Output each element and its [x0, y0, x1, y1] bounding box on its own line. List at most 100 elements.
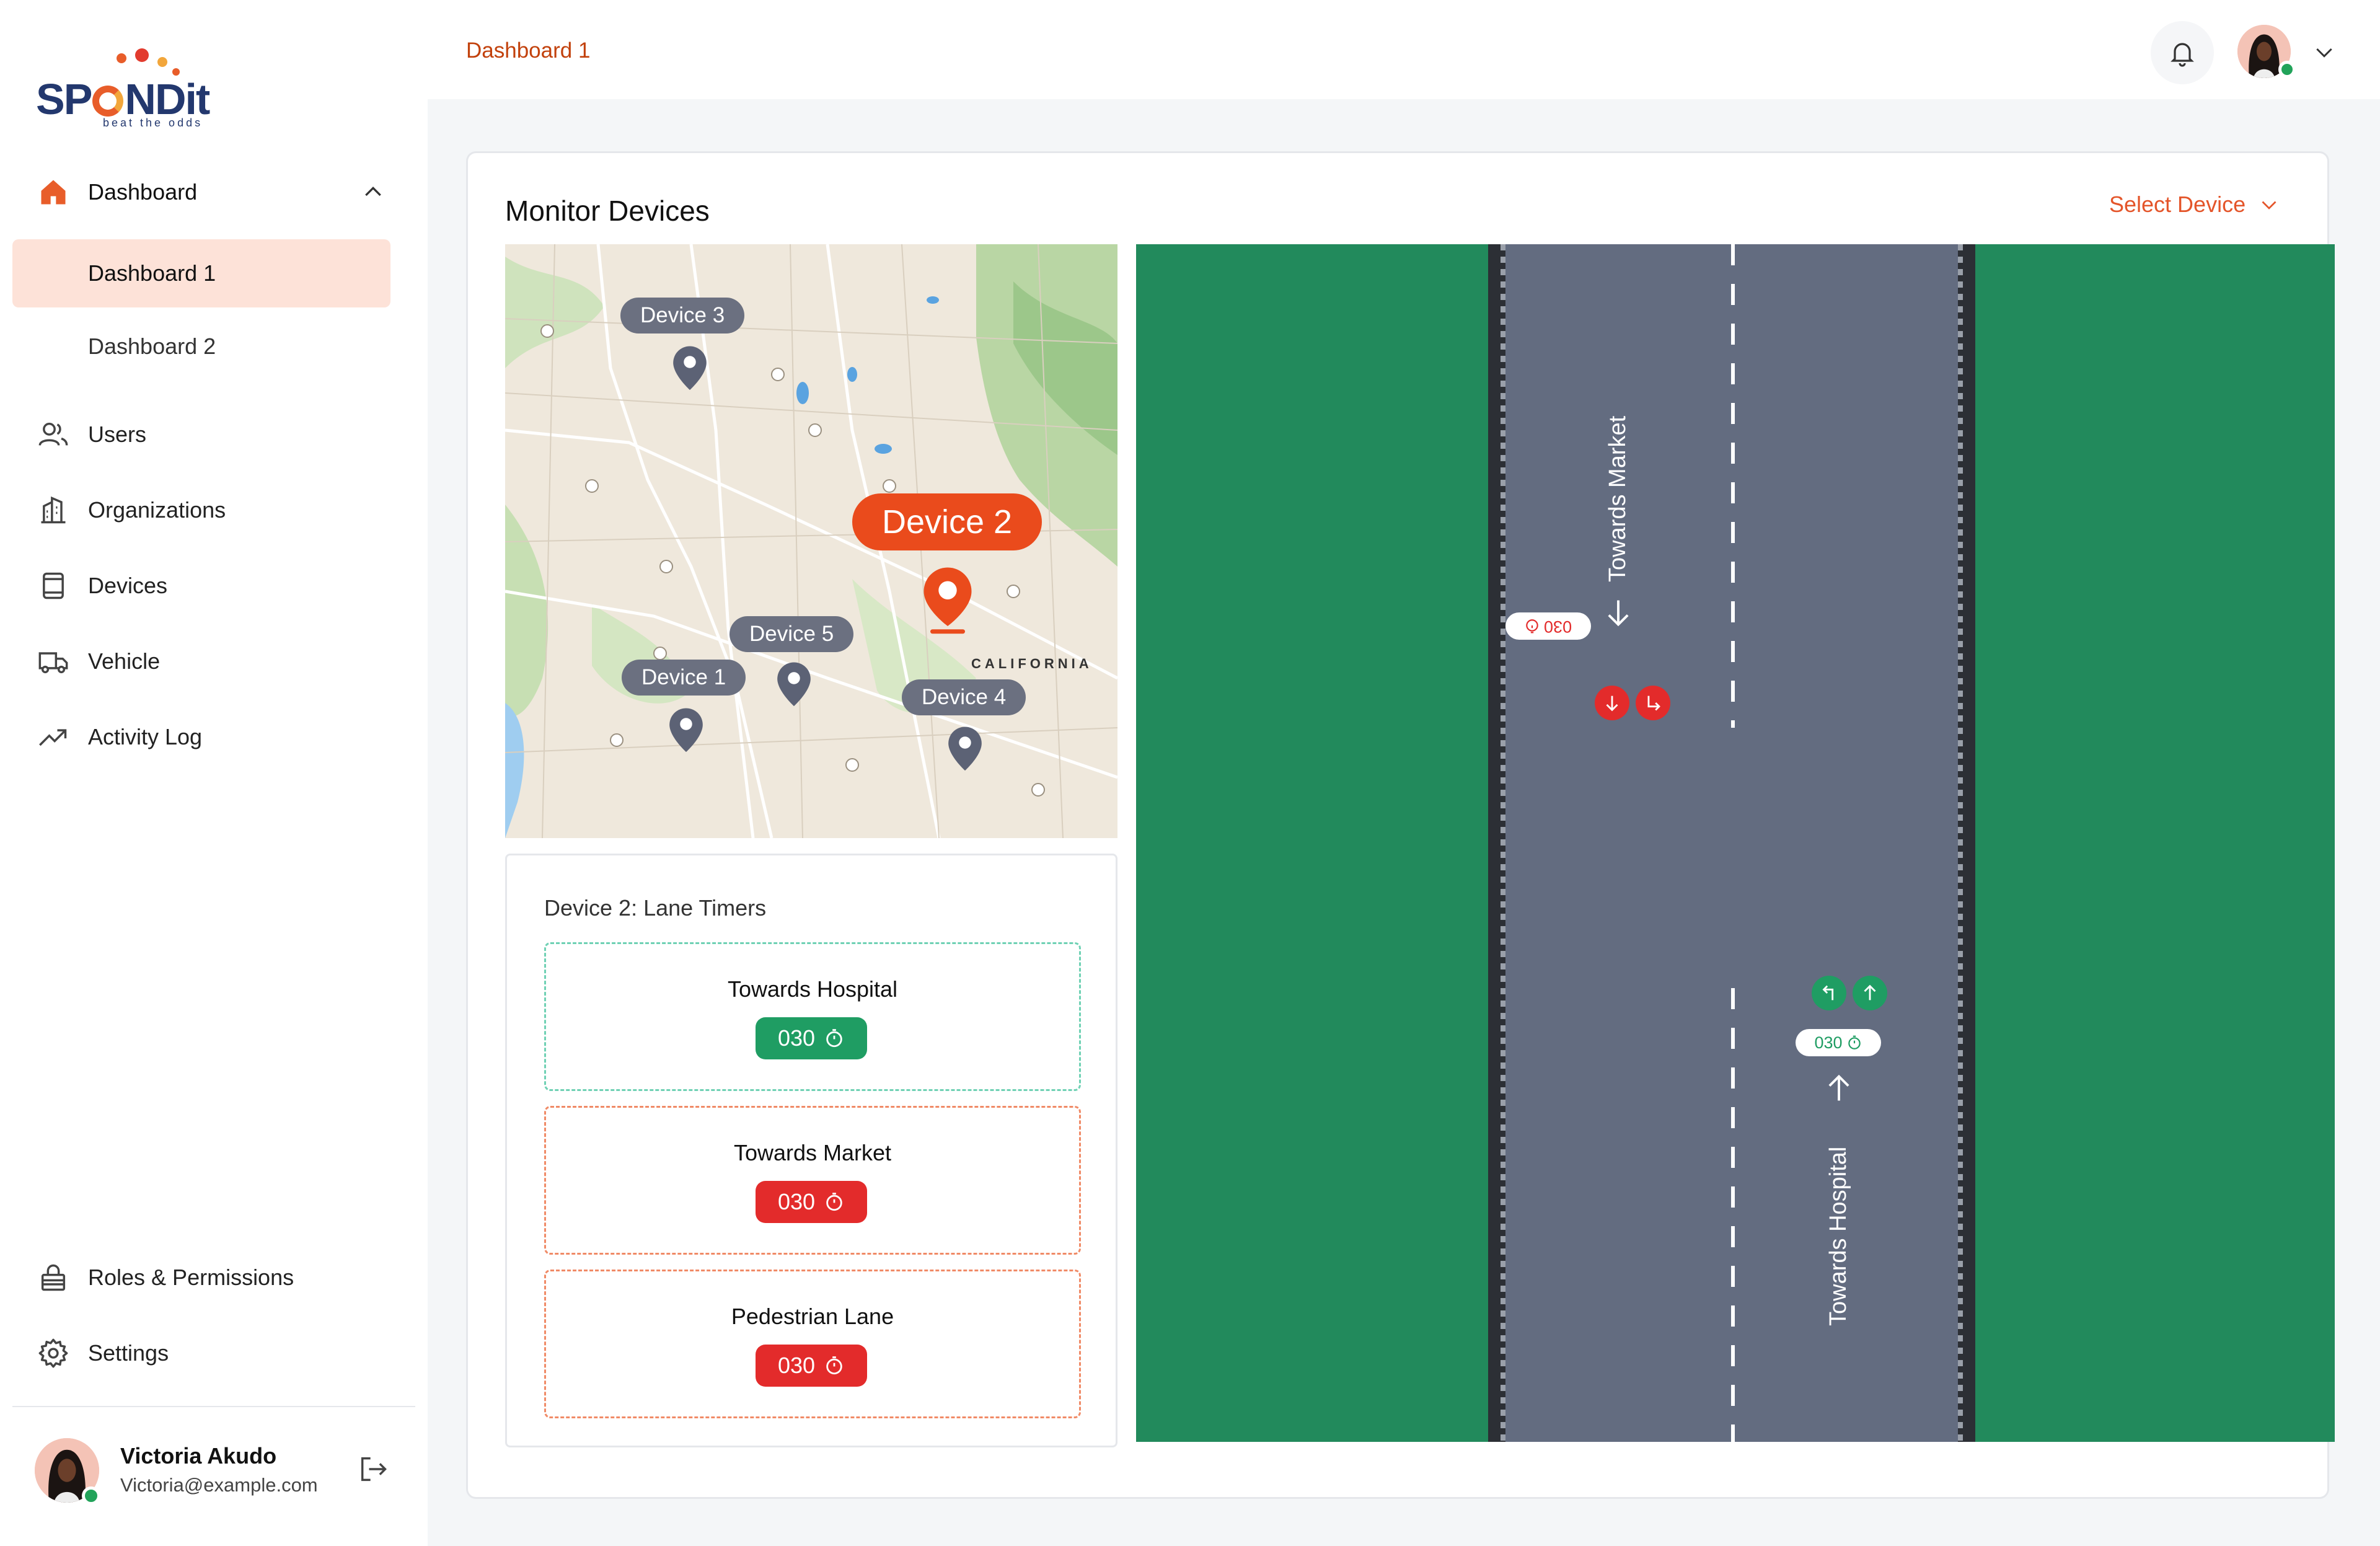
select-device-dropdown[interactable]: Select Device	[2109, 192, 2280, 218]
map-region-label: CALIFORNIA	[971, 656, 1093, 671]
notifications-button[interactable]	[2151, 21, 2214, 84]
arrow-down-icon	[1608, 600, 1629, 627]
sidebar-item-dashboard-1[interactable]: Dashboard 1	[12, 239, 390, 307]
topbar: Dashboard 1	[428, 0, 2380, 99]
sidebar-item-label: Roles & Permissions	[88, 1265, 294, 1290]
chevron-down-icon	[2262, 201, 2276, 210]
spondit-logo[interactable]: SP NDit beat the odds	[36, 48, 216, 129]
sidebar-item-activity-log[interactable]: Activity Log	[0, 703, 428, 771]
sidebar-item-label: Vehicle	[88, 648, 161, 674]
timer-badge: 030	[756, 1181, 867, 1223]
sidebar-item-organizations[interactable]: Organizations	[0, 476, 428, 544]
map-label-device-3[interactable]: Device 3	[620, 298, 745, 333]
main-content: Monitor Devices Select Device Device 3 D…	[428, 99, 2380, 1546]
signal-turn-red[interactable]	[1636, 686, 1670, 720]
monitor-devices-card: Monitor Devices Select Device Device 3 D…	[466, 151, 2335, 1499]
timer-badge: 030	[756, 1017, 867, 1059]
logo-dot	[117, 53, 126, 63]
map-pin-icon[interactable]	[946, 725, 984, 774]
sidebar-item-dashboard-2[interactable]: Dashboard 2	[12, 312, 390, 381]
lane-name: Towards Hospital	[727, 976, 898, 1002]
sidebar-item-label: Activity Log	[88, 724, 203, 749]
road-timer-value: 030	[1814, 1033, 1843, 1052]
users-icon	[38, 422, 68, 446]
map-label-device-2[interactable]: Device 2	[852, 493, 1042, 550]
nav-dashboard[interactable]: Dashboard	[0, 158, 428, 226]
lane-name: Pedestrian Lane	[731, 1304, 894, 1329]
stopwatch-icon	[826, 1193, 842, 1211]
device-icon	[43, 572, 64, 599]
lane-divider-top	[1731, 244, 1735, 728]
map-pin-icon-selected[interactable]	[920, 565, 975, 635]
lane-label-towards-hospital: Towards Hospital	[1825, 1146, 1851, 1326]
stopwatch-icon	[826, 1356, 842, 1375]
sidebar-item-users[interactable]: Users	[0, 400, 428, 469]
logo-dot	[157, 57, 167, 67]
signal-turn-green[interactable]	[1812, 976, 1846, 1010]
map-pin-icon[interactable]	[775, 661, 813, 709]
stopwatch-icon	[1848, 1035, 1861, 1049]
sidebar-item-vehicle[interactable]: Vehicle	[0, 627, 428, 696]
bell-icon	[2171, 43, 2194, 67]
signal-straight-red[interactable]	[1595, 686, 1629, 720]
sidebar-divider	[12, 1406, 415, 1407]
lane-label-towards-market: Towards Market	[1605, 415, 1631, 582]
stopwatch-icon	[1526, 619, 1539, 634]
stopwatch-icon	[826, 1029, 842, 1048]
road-timer-towards-hospital[interactable]: 030	[1796, 1029, 1881, 1056]
map-label-device-1[interactable]: Device 1	[622, 660, 746, 696]
lane-timers-panel: Device 2: Lane Timers Towards Hospital 0…	[505, 854, 1117, 1447]
lock-icon	[41, 1264, 66, 1291]
map-label-device-4[interactable]: Device 4	[902, 679, 1026, 715]
map-pin-icon[interactable]	[671, 345, 708, 393]
lane-timer-pedestrian-lane[interactable]: Pedestrian Lane 030	[544, 1270, 1081, 1418]
building-icon	[41, 496, 66, 524]
sidebar-item-label: Settings	[88, 1340, 169, 1366]
sidebar-item-settings[interactable]: Settings	[0, 1319, 428, 1387]
sidebar: SP NDit beat the odds Dashboard Dashboard…	[0, 0, 428, 1546]
chevron-up-icon[interactable]	[361, 180, 386, 205]
lane-divider-bottom	[1731, 988, 1735, 1442]
device-map[interactable]: Device 3 Device 2 Device 5 Device 1 Devi…	[505, 244, 1117, 838]
user-email: Victoria@example.com	[120, 1474, 318, 1496]
home-icon	[41, 180, 66, 205]
timer-value: 030	[777, 1189, 816, 1214]
lane-timers-title: Device 2: Lane Timers	[544, 895, 767, 921]
road-timer-towards-market[interactable]: 030	[1505, 612, 1591, 640]
sidebar-item-devices[interactable]: Devices	[0, 552, 428, 620]
sidebar-item-label: Users	[88, 422, 147, 447]
logo-dot	[135, 48, 149, 62]
arrow-up-icon	[1828, 1074, 1849, 1101]
breadcrumb[interactable]: Dashboard 1	[466, 38, 590, 63]
sidebar-item-label: Devices	[88, 573, 168, 598]
chevron-down-icon[interactable]	[2312, 40, 2337, 64]
map-pin-icon[interactable]	[668, 707, 705, 755]
lane-name: Towards Market	[733, 1140, 892, 1165]
online-status-dot	[2278, 61, 2296, 78]
signal-straight-green[interactable]	[1853, 976, 1887, 1010]
select-device-label: Select Device	[2109, 192, 2246, 217]
timer-value: 030	[777, 1025, 816, 1051]
nav-dashboard-label: Dashboard	[88, 179, 198, 205]
truck-icon	[38, 652, 68, 674]
lane-timer-towards-hospital[interactable]: Towards Hospital 030	[544, 942, 1081, 1091]
turn-left-arrow-icon	[1822, 985, 1834, 1000]
page-title: Monitor Devices	[505, 195, 710, 227]
sidebar-item-roles-permissions[interactable]: Roles & Permissions	[0, 1243, 428, 1312]
timer-badge: 030	[756, 1345, 867, 1387]
map-label-device-5[interactable]: Device 5	[729, 616, 854, 652]
logo-tagline: beat the odds	[103, 117, 203, 129]
road-timer-value: 030	[1544, 617, 1572, 636]
online-status-dot	[82, 1486, 100, 1505]
logout-icon[interactable]	[357, 1453, 389, 1485]
road-edge-right	[1958, 244, 1975, 1442]
road-visualization: Towards Market 030 030 Towards Hospital	[1136, 244, 2335, 1442]
trend-icon	[39, 729, 67, 746]
sidebar-item-label: Organizations	[88, 497, 226, 523]
timer-value: 030	[777, 1353, 816, 1378]
gear-icon	[38, 1338, 68, 1368]
arrow-up-icon	[1864, 984, 1876, 1000]
road-edge-left	[1488, 244, 1505, 1442]
lane-timer-towards-market[interactable]: Towards Market 030	[544, 1106, 1081, 1255]
arrow-down-icon	[1606, 696, 1618, 712]
